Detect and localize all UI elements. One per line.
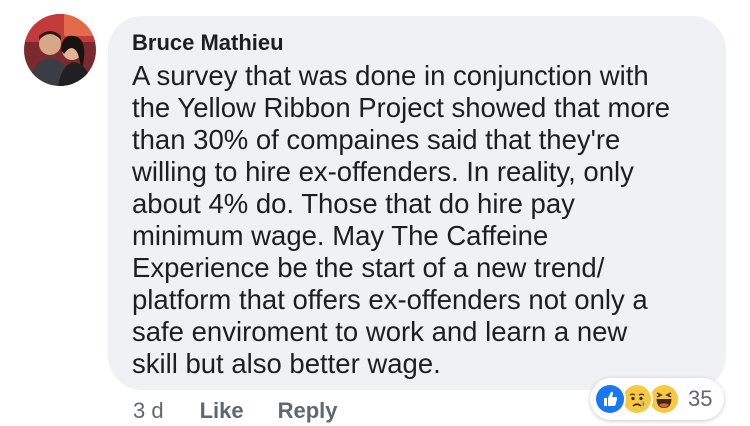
comment-text: A survey that was done in conjunction wi…: [132, 60, 704, 380]
like-icon: [594, 383, 626, 415]
comment-text-line: safe enviroment to work and learn a new: [132, 316, 628, 347]
comment-text-line: A survey that was done in conjunction wi…: [132, 60, 649, 91]
comment-text-line: skill but also better wage.: [132, 348, 441, 379]
reaction-count: 35: [688, 386, 713, 411]
comment-timestamp[interactable]: 3 d: [133, 398, 164, 424]
like-button[interactable]: Like: [200, 398, 244, 424]
comment-text-line: about 4% do. Those that do hire pay: [132, 188, 575, 219]
comment-author[interactable]: Bruce Mathieu: [132, 30, 704, 56]
reactions-summary[interactable]: 35: [590, 378, 725, 420]
comment-text-line: Experience be the start of a new trend/: [132, 252, 605, 283]
comment-actions: 3 d Like Reply: [133, 398, 372, 424]
comment-bubble: Bruce Mathieu A survey that was done in …: [108, 16, 726, 390]
comment-avatar[interactable]: [24, 14, 96, 86]
comment-text-line: the Yellow Ribbon Project showed that mo…: [132, 92, 671, 123]
comment-text-line: willing to hire ex-offenders. In reality…: [132, 156, 634, 187]
comment-text-line: platform that offers ex-offenders not on…: [132, 284, 648, 315]
comment-text-line: minimum wage. May The Caffeine: [132, 220, 549, 251]
avatar-photo: [24, 14, 96, 86]
reply-button[interactable]: Reply: [278, 398, 338, 424]
comment-text-line: than 30% of compaines said that they're: [132, 124, 621, 155]
